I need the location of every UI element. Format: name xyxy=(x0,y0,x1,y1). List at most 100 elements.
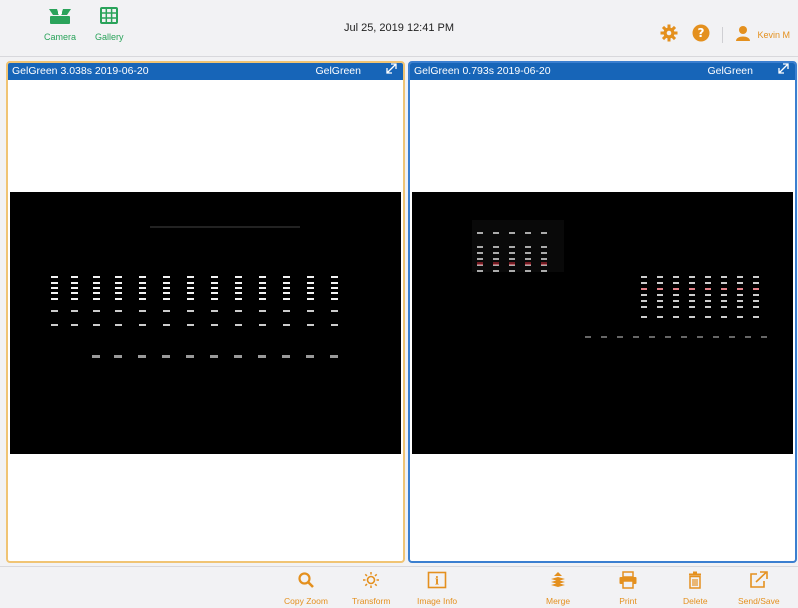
gel-band xyxy=(211,287,218,289)
gel-band xyxy=(673,294,679,296)
gel-band xyxy=(307,298,314,300)
gel-band xyxy=(641,288,647,290)
gel-band xyxy=(283,276,290,278)
panel-header: GelGreen 0.793s 2019-06-20 GelGreen xyxy=(410,63,795,80)
delete-button[interactable]: Delete xyxy=(683,571,708,606)
expand-icon xyxy=(778,63,789,77)
gel-band xyxy=(115,292,122,294)
transform-label: Transform xyxy=(352,596,391,606)
gel-band xyxy=(331,282,338,284)
gel-band xyxy=(705,300,711,302)
sun-icon xyxy=(362,571,380,594)
gel-band xyxy=(163,292,170,294)
panel-title: GelGreen 3.038s 2019-06-20 xyxy=(12,65,149,77)
image-info-label: Image Info xyxy=(417,596,458,606)
gel-band xyxy=(93,287,100,289)
gel-band xyxy=(689,316,695,318)
gel-band xyxy=(657,276,663,278)
gel-band xyxy=(673,288,679,290)
gel-band xyxy=(163,282,170,284)
gel-band xyxy=(721,288,727,290)
gel-band xyxy=(657,306,663,308)
gel-band xyxy=(705,282,711,284)
gel-band xyxy=(721,294,727,296)
gel-band xyxy=(259,292,266,294)
image-panel-right[interactable]: GelGreen 0.793s 2019-06-20 GelGreen xyxy=(408,61,797,563)
gel-band xyxy=(211,298,218,300)
gel-band xyxy=(51,292,58,294)
gel-band xyxy=(93,292,100,294)
gel-band xyxy=(259,324,266,326)
gel-band xyxy=(721,282,727,284)
gel-band xyxy=(211,276,218,278)
gel-band xyxy=(705,316,711,318)
gel-band xyxy=(235,276,242,278)
gel-band xyxy=(753,294,759,296)
send-save-label: Send/Save xyxy=(738,596,780,606)
gel-band xyxy=(657,300,663,302)
gel-band xyxy=(115,298,122,300)
gel-band xyxy=(51,282,58,284)
gel-band xyxy=(234,355,242,358)
gel-band xyxy=(307,276,314,278)
header-tools: ? Kevin M xyxy=(660,24,790,47)
gel-band xyxy=(721,276,727,278)
expand-button[interactable] xyxy=(386,63,397,80)
gel-band xyxy=(51,276,58,278)
merge-button[interactable]: Merge xyxy=(546,571,570,606)
merge-label: Merge xyxy=(546,596,571,606)
gel-band xyxy=(585,336,591,338)
gel-band xyxy=(601,336,607,338)
gel-band xyxy=(331,298,338,300)
user-button[interactable]: Kevin M xyxy=(735,25,790,46)
magnifier-icon xyxy=(297,571,315,594)
gel-band xyxy=(721,316,727,318)
gel-band xyxy=(187,282,194,284)
settings-button[interactable] xyxy=(660,24,678,47)
image-panel-left[interactable]: GelGreen 3.038s 2019-06-20 GelGreen xyxy=(6,61,405,563)
gel-band xyxy=(306,355,314,358)
info-icon: i xyxy=(427,571,447,594)
gel-band xyxy=(139,324,146,326)
image-info-button[interactable]: i Image Info xyxy=(417,571,457,606)
gel-band xyxy=(737,300,743,302)
gel-band xyxy=(705,288,711,290)
gel-band xyxy=(307,287,314,289)
gel-band xyxy=(210,355,218,358)
gel-band xyxy=(163,276,170,278)
printer-icon xyxy=(618,571,638,594)
gel-band xyxy=(753,282,759,284)
gel-band xyxy=(235,310,242,312)
expand-button[interactable] xyxy=(778,63,789,80)
gel-band xyxy=(641,276,647,278)
copy-zoom-label: Copy Zoom xyxy=(284,596,328,606)
gel-band xyxy=(283,310,290,312)
help-button[interactable]: ? xyxy=(692,24,710,47)
gel-band xyxy=(681,336,687,338)
gel-band xyxy=(705,276,711,278)
gel-band xyxy=(689,282,695,284)
send-save-button[interactable]: Send/Save xyxy=(738,571,780,606)
gel-band xyxy=(115,287,122,289)
gel-band xyxy=(258,355,266,358)
transform-button[interactable]: Transform xyxy=(352,571,390,606)
gel-band xyxy=(283,292,290,294)
gel-band xyxy=(331,287,338,289)
gel-band xyxy=(259,298,266,300)
gel-band xyxy=(163,287,170,289)
gel-band xyxy=(673,282,679,284)
gel-band xyxy=(307,292,314,294)
gel-band xyxy=(753,288,759,290)
gel-band xyxy=(71,324,78,326)
copy-zoom-button[interactable]: Copy Zoom xyxy=(284,571,328,606)
gel-band xyxy=(259,276,266,278)
gel-band xyxy=(737,282,743,284)
print-button[interactable]: Print xyxy=(618,571,638,606)
gel-band xyxy=(93,298,100,300)
gel-band xyxy=(186,355,194,358)
gel-band xyxy=(211,282,218,284)
gel-band xyxy=(331,310,338,312)
gel-band xyxy=(330,355,338,358)
divider xyxy=(722,27,724,43)
gel-band xyxy=(689,294,695,296)
